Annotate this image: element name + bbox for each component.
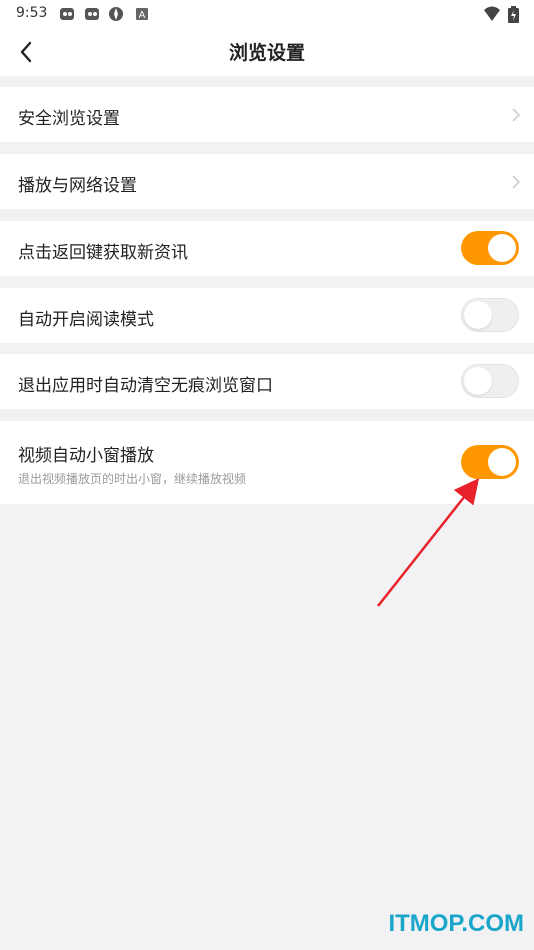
annotation-arrow [377,478,480,607]
watermark: ITMOP.COM [388,910,524,937]
settings-screen: 9:53 A 浏览设置 安全浏览设置 播放与网络设置 点击返回键获取新资讯 自动… [0,0,534,950]
